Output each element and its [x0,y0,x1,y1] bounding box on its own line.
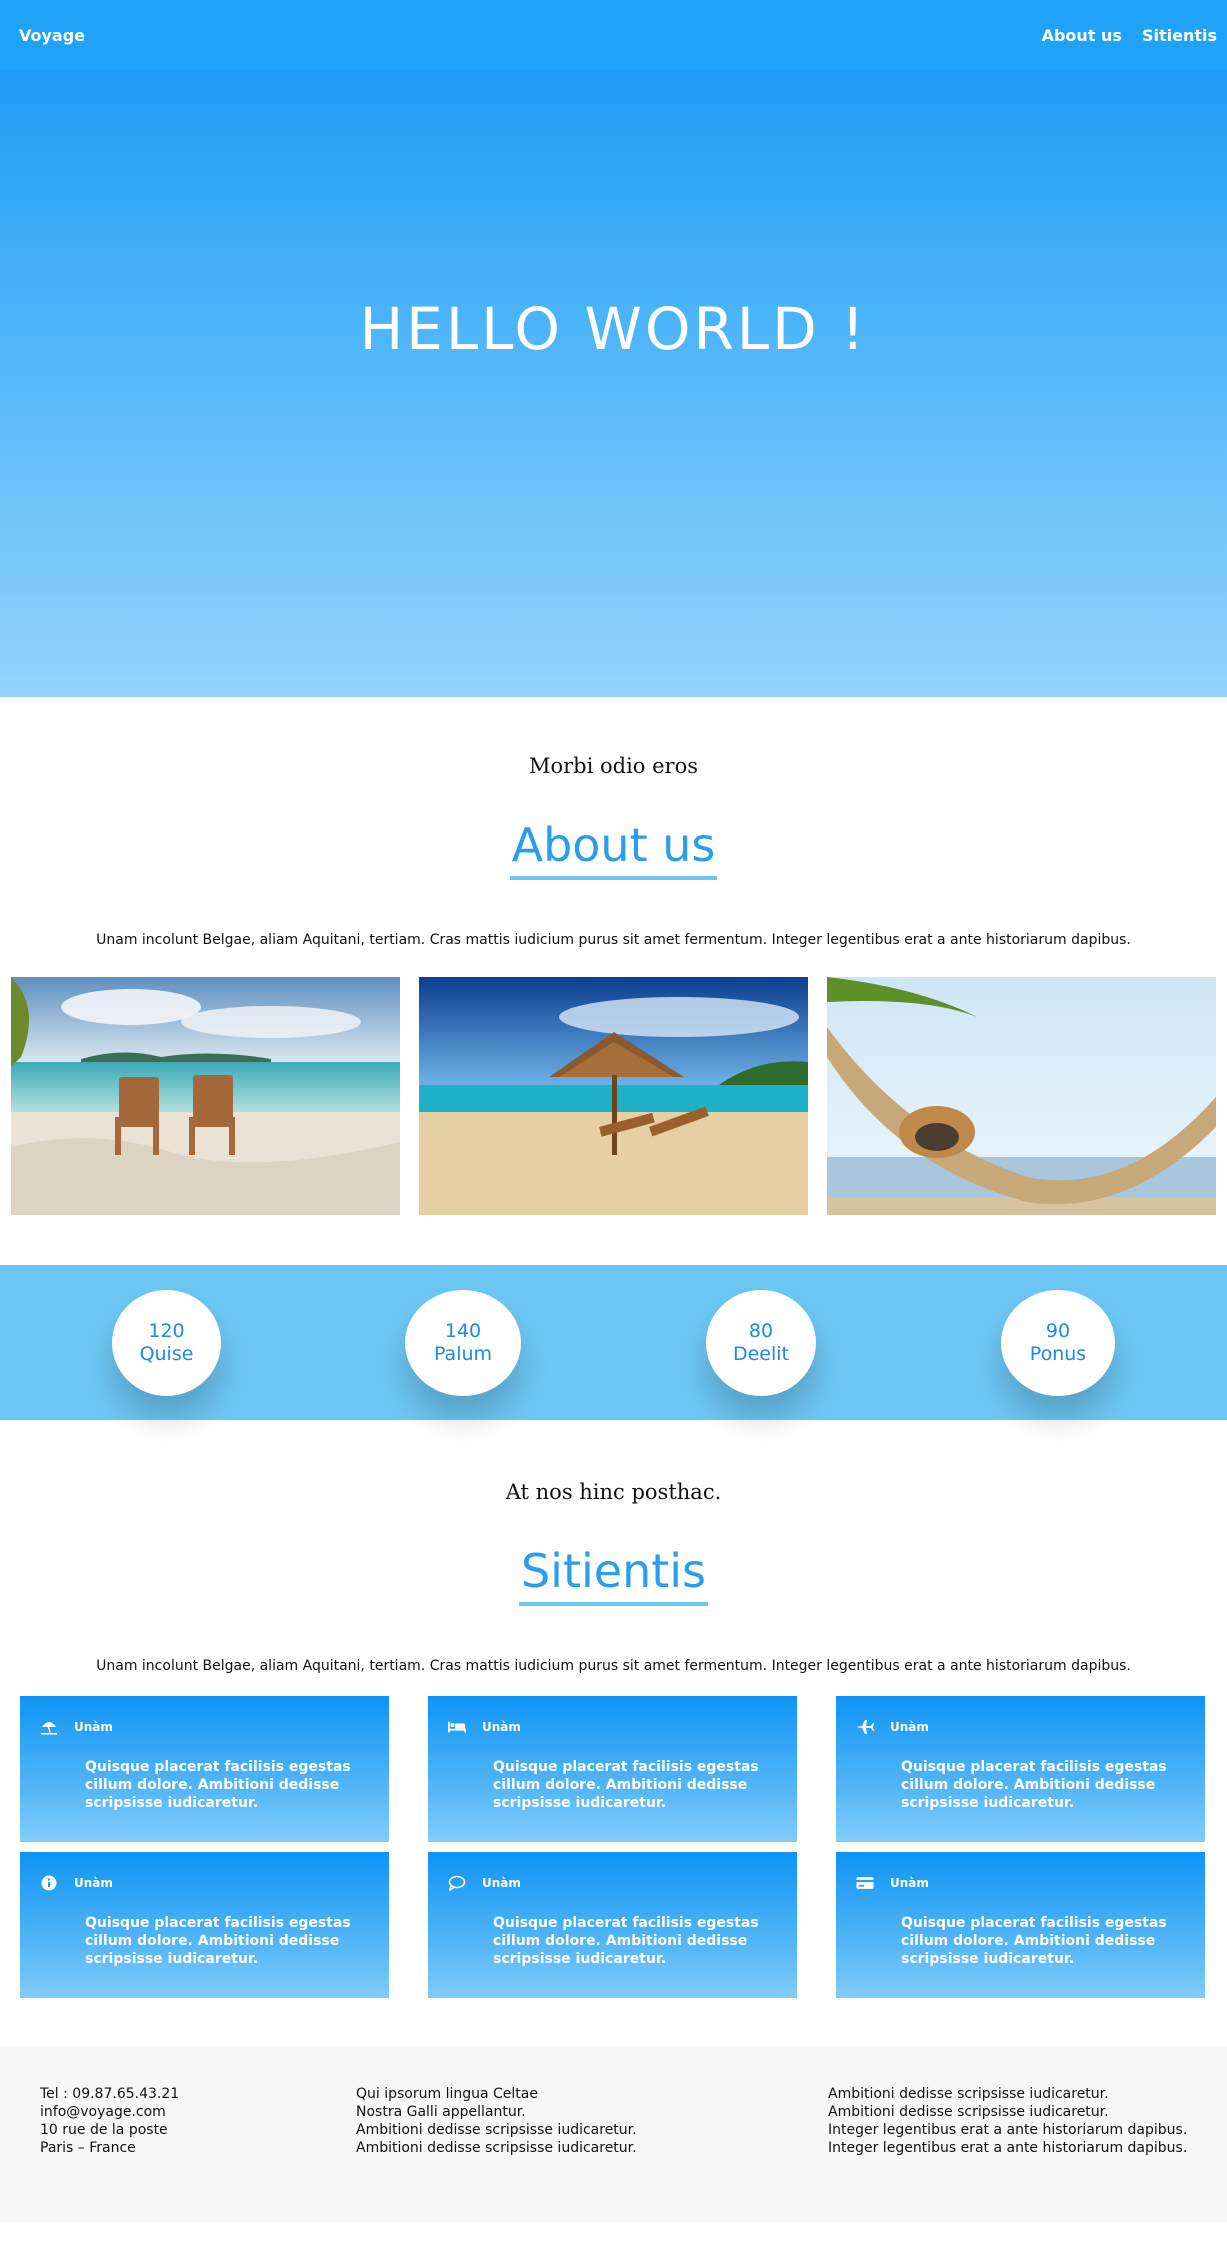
stat-label: Quise [139,1343,194,1365]
footer-text-line: Ambitioni dedisse scripsisse iudicaretur… [828,2104,1109,2120]
about-section: Morbi odio eros About us Unam incolunt B… [0,697,1227,1215]
footer-middle-column: Qui ipsorum lingua Celtae Nostra Galli a… [356,2085,637,2157]
card-text: Quisque placerat facilisis egestas cillu… [493,1915,759,1967]
card-text: Quisque placerat facilisis egestas cillu… [901,1915,1167,1967]
stat-value: 80 [748,1320,774,1342]
speech-bubble-icon [448,1874,466,1892]
stat-circle: 80 Deelit [706,1290,816,1396]
nav-link-sitientis[interactable]: Sitientis [1142,26,1217,45]
stat-circle: 140 Palum [405,1290,521,1396]
brand-link[interactable]: Voyage [19,26,85,45]
card-label: Unàm [482,1720,521,1734]
footer-right-column: Ambitioni dedisse scripsisse iudicaretur… [828,2085,1187,2157]
card-text: Quisque placerat facilisis egestas cillu… [85,1759,351,1811]
footer-text-line: Integer legentibus erat a ante historiar… [828,2140,1188,2156]
services-intro: Unam incolunt Belgae, aliam Aquitani, te… [96,1658,1131,1674]
nav-link-about-us[interactable]: About us [1042,26,1122,45]
about-title: About us [509,818,718,880]
service-card: Unàm Quisque placerat facilisis egestas … [836,1852,1205,1998]
services-kicker: At nos hinc posthac. [505,1480,722,1504]
footer-text-line: Qui ipsorum lingua Celtae [356,2086,538,2102]
stats-band: 120 Quise 140 Palum 80 Deelit 90 Ponus [0,1265,1227,1420]
footer-contact: Tel : 09.87.65.43.21 info@voyage.com 10 … [40,2085,179,2157]
stat-value: 120 [148,1320,185,1342]
umbrella-beach-icon [40,1718,58,1736]
about-kicker: Morbi odio eros [528,754,699,778]
credit-card-icon [856,1874,874,1892]
stat-label: Deelit [732,1343,790,1365]
stat-circle: 120 Quise [112,1290,221,1396]
hero-banner: HELLO WORLD ! [0,0,1227,697]
footer-email[interactable]: info@voyage.com [40,2103,179,2121]
card-label: Unàm [890,1720,929,1734]
photo-gallery [0,977,1227,1215]
footer-phone: Tel : 09.87.65.43.21 [40,2086,180,2102]
card-text: Quisque placerat facilisis egestas cillu… [85,1915,351,1967]
card-label: Unàm [890,1876,929,1890]
card-label: Unàm [482,1876,521,1890]
footer-text-line: Ambitioni dedisse scripsisse iudicaretur… [356,2140,637,2156]
stat-label: Ponus [1029,1343,1087,1365]
card-text: Quisque placerat facilisis egestas cillu… [493,1759,759,1811]
footer-text-line: Nostra Galli appellantur. [356,2104,526,2120]
hero-title: HELLO WORLD ! [359,294,868,363]
hammock-hat-photo [827,977,1216,1215]
footer: Tel : 09.87.65.43.21 info@voyage.com 10 … [0,2047,1227,2222]
beach-chairs-photo [11,977,400,1215]
stat-circle: 90 Ponus [1001,1290,1115,1396]
stat-label: Palum [433,1343,493,1365]
service-cards: Unàm Quisque placerat facilisis egestas … [0,1696,1227,1998]
navbar: Voyage About us Sitientis [0,0,1227,70]
stat-value: 140 [444,1320,482,1342]
card-text: Quisque placerat facilisis egestas cillu… [901,1759,1167,1811]
stat-value: 90 [1045,1320,1071,1342]
footer-city: Paris – France [40,2140,136,2156]
footer-text-line: Integer legentibus erat a ante historiar… [828,2122,1188,2138]
footer-street: 10 rue de la poste [40,2122,168,2138]
nav-links: About us Sitientis [1042,26,1217,45]
service-card: Unàm Quisque placerat facilisis egestas … [20,1696,389,1842]
services-section: At nos hinc posthac. Sitientis Unam inco… [0,1420,1227,1998]
beach-umbrella-photo [419,977,808,1215]
card-label: Unàm [74,1876,113,1890]
bed-icon [448,1718,466,1736]
info-circle-icon [40,1874,58,1892]
services-title: Sitientis [518,1544,709,1606]
footer-text-line: Ambitioni dedisse scripsisse iudicaretur… [356,2122,637,2138]
service-card: Unàm Quisque placerat facilisis egestas … [836,1696,1205,1842]
footer-text-line: Ambitioni dedisse scripsisse iudicaretur… [828,2086,1109,2102]
card-label: Unàm [74,1720,113,1734]
service-card: Unàm Quisque placerat facilisis egestas … [20,1852,389,1998]
about-intro: Unam incolunt Belgae, aliam Aquitani, te… [96,932,1131,948]
service-card: Unàm Quisque placerat facilisis egestas … [428,1852,797,1998]
service-card: Unàm Quisque placerat facilisis egestas … [428,1696,797,1842]
plane-icon [856,1718,874,1736]
